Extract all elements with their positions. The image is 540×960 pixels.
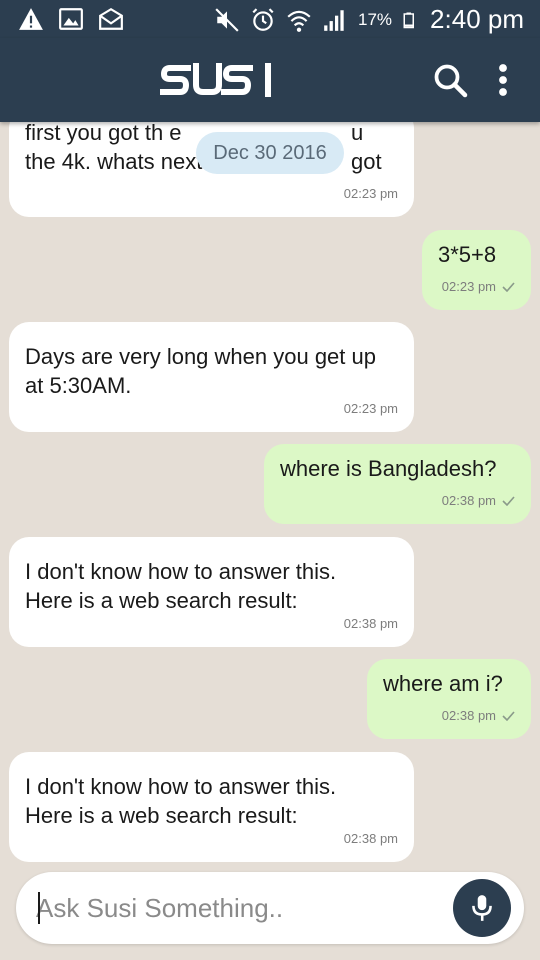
- message-line: the 4k. whats next?: [25, 149, 215, 174]
- date-chip: Dec 30 2016: [196, 132, 344, 174]
- message-input[interactable]: [36, 872, 436, 944]
- mic-button[interactable]: [453, 879, 511, 937]
- message-text: 3*5+8: [438, 240, 515, 269]
- status-time: 2:40 pm: [430, 4, 524, 34]
- app-bar: [0, 38, 540, 122]
- message-outgoing: where am i? 02:38 pm: [367, 659, 531, 739]
- message-line: where is Bangladesh?: [280, 456, 497, 481]
- message-text: I don't know how to answer this. Here is…: [25, 557, 398, 615]
- signal-icon: [324, 9, 344, 31]
- check-icon: [502, 281, 515, 292]
- check-icon: [502, 495, 515, 506]
- message-time: 02:23 pm: [343, 401, 398, 416]
- message-outgoing: 3*5+8 02:23 pm: [422, 230, 531, 310]
- message-line: Here is a web search result:: [25, 803, 298, 828]
- alarm-icon: [252, 7, 274, 31]
- message-line-suffix: u got: [351, 122, 382, 174]
- message-line: where am i?: [383, 671, 503, 696]
- mute-icon: [215, 7, 239, 32]
- message-line: Days are very long when you get up: [25, 344, 376, 369]
- message-text: Days are very long when you get up at 5:…: [25, 342, 398, 400]
- message-incoming: Days are very long when you get up at 5:…: [9, 322, 414, 432]
- message-text: where is Bangladesh?: [280, 454, 515, 483]
- message-incoming: I don't know how to answer this. Here is…: [9, 537, 414, 647]
- mic-icon: [472, 895, 492, 921]
- search-icon[interactable]: [432, 62, 468, 98]
- message-line: I don't know how to answer this.: [25, 559, 337, 584]
- message-incoming: I don't know how to answer this. Here is…: [9, 752, 414, 862]
- message-line: 3*5+8: [438, 242, 497, 267]
- message-text: I don't know how to answer this. Here is…: [25, 772, 398, 830]
- susi-logo: [160, 63, 271, 97]
- battery-percent: 17%: [358, 9, 393, 29]
- text-caret: [38, 892, 40, 924]
- message-text: where am i?: [383, 669, 515, 698]
- message-time: 02:23 pm: [343, 186, 398, 201]
- message-time: 02:23 pm: [441, 279, 496, 294]
- chat-area[interactable]: Dec 30 2016 first you got th e u got the …: [0, 122, 540, 870]
- status-bar: 17% 2:40 pm: [0, 0, 540, 38]
- message-time: 02:38 pm: [343, 616, 398, 631]
- message-line: I don't know how to answer this.: [25, 774, 337, 799]
- message-time: 02:38 pm: [441, 493, 496, 508]
- message-time: 02:38 pm: [343, 831, 398, 846]
- mail-icon: [99, 7, 123, 30]
- message-outgoing: where is Bangladesh? 02:38 pm: [264, 444, 531, 524]
- image-icon: [59, 8, 83, 30]
- message-line: first you got th e: [25, 122, 182, 145]
- wifi-icon: [287, 10, 311, 32]
- check-icon: [502, 710, 515, 721]
- message-line: at 5:30AM.: [25, 373, 132, 398]
- message-input-bar: [16, 872, 524, 944]
- warning-icon: [19, 8, 43, 30]
- battery-icon: [403, 12, 415, 28]
- message-time: 02:38 pm: [441, 708, 496, 723]
- message-line: Here is a web search result:: [25, 588, 298, 613]
- more-vert-icon[interactable]: [488, 62, 518, 98]
